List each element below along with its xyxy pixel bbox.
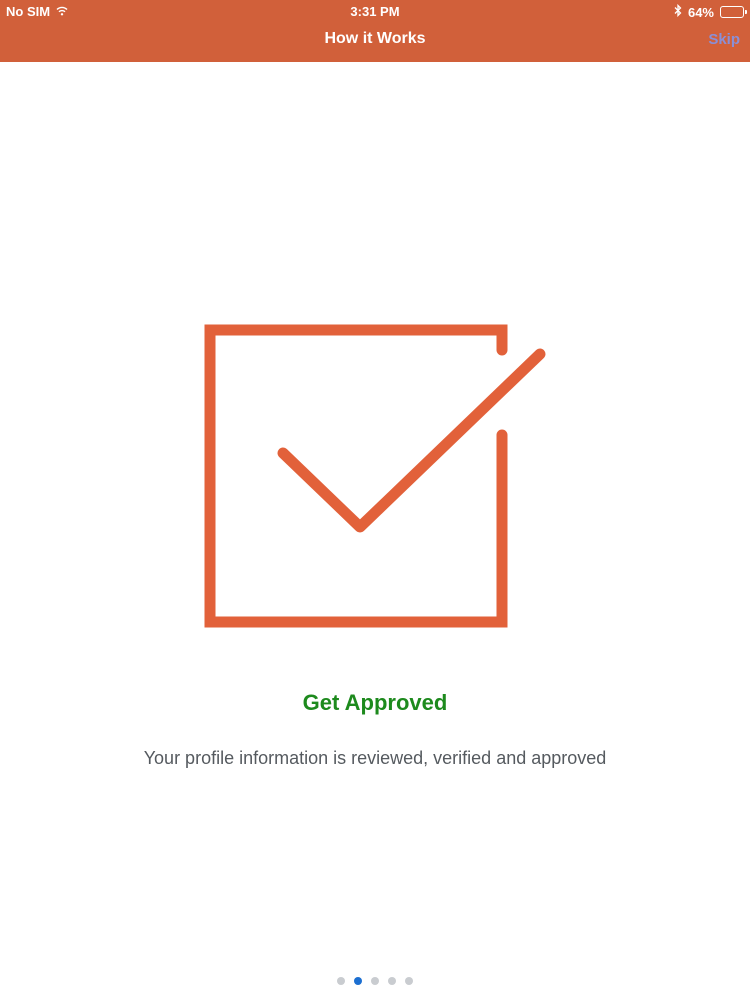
page-title: How it Works xyxy=(324,30,426,47)
page-dot-3[interactable] xyxy=(371,977,379,985)
battery-icon xyxy=(720,6,747,18)
checkbox-checked-icon xyxy=(195,315,555,640)
status-right: 64% xyxy=(674,3,747,20)
skip-button[interactable]: Skip xyxy=(708,31,740,48)
status-time: 3:31 PM xyxy=(350,4,400,19)
slide-title: Get Approved xyxy=(302,690,448,715)
page-dot-1[interactable] xyxy=(337,977,345,985)
status-bar: No SIM 3:31 PM 64% xyxy=(0,0,750,22)
slide-description: Your profile information is reviewed, ve… xyxy=(143,748,607,768)
page-dot-4[interactable] xyxy=(388,977,396,985)
top-bar: No SIM 3:31 PM 64% How it Works Skip xyxy=(0,0,750,62)
page-dot-5[interactable] xyxy=(405,977,413,985)
bluetooth-icon xyxy=(674,3,682,20)
battery-percent: 64% xyxy=(687,4,714,20)
page-indicator xyxy=(0,977,750,985)
page-dot-2[interactable] xyxy=(354,977,362,985)
